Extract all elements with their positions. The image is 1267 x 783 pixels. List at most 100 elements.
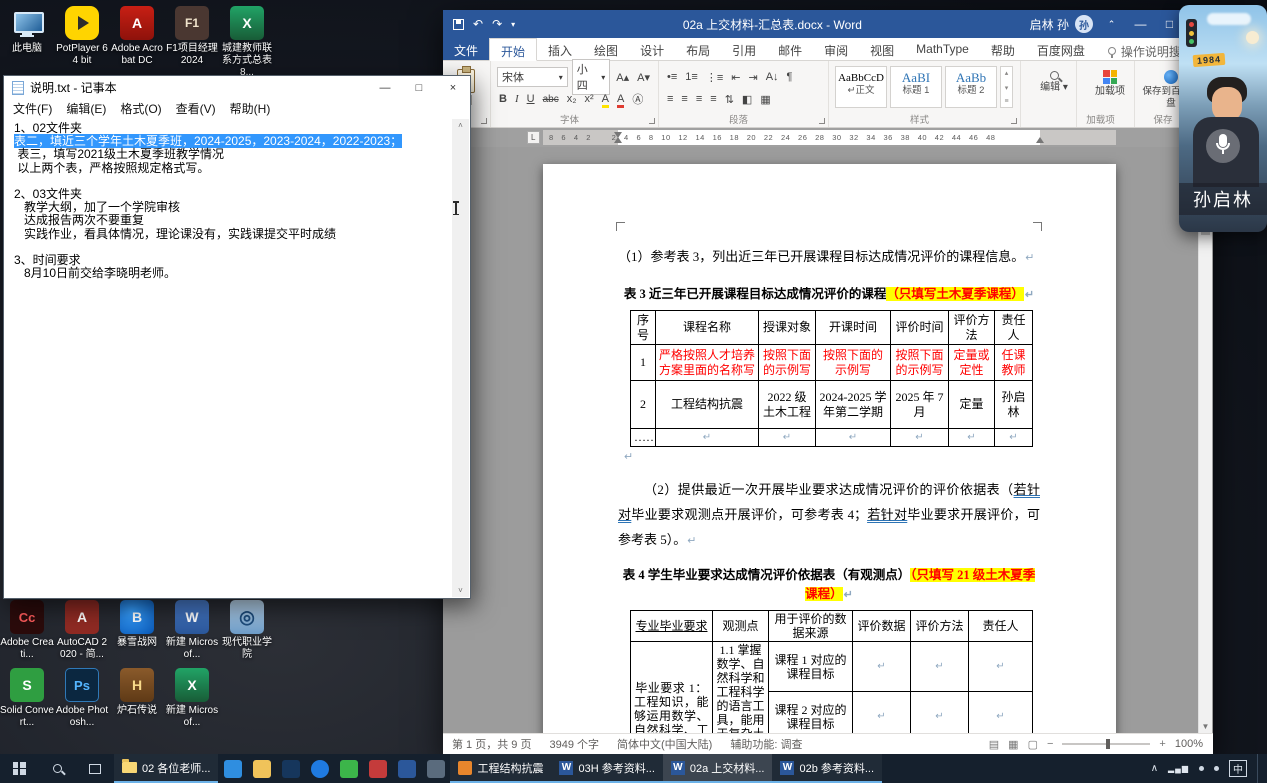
italic-icon[interactable] [513,93,521,105]
desktop-icon-acrobat[interactable]: Adobe Acrobat DC [110,6,164,67]
paragraph-dialog-launcher[interactable] [819,118,825,124]
tab-selector[interactable] [527,131,540,144]
pinned-app-qq[interactable] [305,754,334,783]
decrease-indent-icon[interactable]: ⇤ [729,71,742,84]
addins-button[interactable]: 加载项 [1083,66,1137,98]
editing-button[interactable]: 编辑 ▾ [1027,66,1081,94]
scroll-down-icon[interactable]: ▼ [1199,722,1212,731]
input-method-indicator[interactable]: 中 [1229,760,1247,777]
ruler[interactable]: 8 6 4 2 2 4 6 8 10 12 14 16 18 20 22 24 … [443,128,1213,147]
styles-scroll[interactable]: ▴▾≡ [1000,66,1013,108]
zoom-out-icon[interactable]: − [1047,738,1053,750]
desktop-icon-college-site[interactable]: 现代职业学院 [220,600,274,661]
align-right-icon[interactable]: ≡ [694,93,704,105]
ribbon-display-options-icon[interactable]: ⌃ [1097,10,1126,38]
tab-file[interactable]: 文件 [443,38,489,60]
microphone-icon[interactable] [1206,129,1240,163]
desktop-icon-f1-project[interactable]: F1项目经理2024 [165,6,219,67]
taskbar-window-02b[interactable]: 02b 参考资料... [772,754,882,783]
print-layout-icon[interactable]: ▦ [1008,738,1018,751]
taskbar-search-button[interactable] [38,754,76,783]
menu-format[interactable]: 格式(O) [113,100,168,117]
taskbar-window-03h[interactable]: 03H 参考资料... [551,754,662,783]
undo-icon[interactable]: ↶ [473,17,483,31]
increase-indent-icon[interactable]: ⇥ [746,71,759,84]
tab-help[interactable]: 帮助 [980,38,1026,60]
enclose-character-icon[interactable] [630,91,645,107]
menu-view[interactable]: 查看(V) [169,100,223,117]
desktop-icon-photoshop[interactable]: Adobe Photosh... [55,668,109,729]
redo-icon[interactable]: ↷ [492,17,502,31]
style-normal[interactable]: AaBbCcD ↵正文 [835,66,887,108]
notepad-text-area[interactable]: 1、02文件夹 表二，填近三个学年土木夏季班，2024-2025，2023-20… [5,119,452,597]
numbering-icon[interactable]: 1≡ [683,71,700,83]
bold-icon[interactable] [497,93,509,105]
line-spacing-icon[interactable]: ⇅ [723,93,736,106]
shading-icon[interactable]: ◧ [740,93,754,106]
desktop-icon-potplayer[interactable]: PotPlayer 64 bit [55,6,109,67]
pinned-app-wechat[interactable] [334,754,363,783]
tab-insert[interactable]: 插入 [537,38,583,60]
tab-review[interactable]: 审阅 [813,38,859,60]
tab-design[interactable]: 设计 [629,38,675,60]
desktop-icon-new-excel-doc[interactable]: 新建 Microsof... [165,668,219,729]
close-button[interactable]: × [436,76,470,99]
menu-edit[interactable]: 编辑(E) [59,100,113,117]
tab-view[interactable]: 视图 [859,38,905,60]
font-dialog-launcher[interactable] [649,118,655,124]
sort-icon[interactable]: A↓ [764,71,781,83]
read-mode-icon[interactable]: ▤ [989,738,999,751]
tray-icon[interactable] [1214,766,1219,771]
desktop-icon-contact-sheet[interactable]: 城建教师联系方式总表8... [220,6,274,79]
hidden-icons-chevron[interactable]: ∧ [1151,763,1158,774]
align-center-icon[interactable]: ≡ [679,93,689,105]
pinned-app-music[interactable] [363,754,392,783]
taskbar-window-seismic[interactable]: 工程结构抗震 [450,754,551,783]
styles-dialog-launcher[interactable] [1011,118,1017,124]
pinned-app-misc[interactable] [421,754,450,783]
word-count[interactable]: 3949 个字 [540,736,608,752]
notepad-title-bar[interactable]: 说明.txt - 记事本 — □ × [4,76,470,99]
tab-draw[interactable]: 绘图 [583,38,629,60]
tab-references[interactable]: 引用 [721,38,767,60]
web-layout-icon[interactable]: ▢ [1028,738,1038,751]
pinned-app-store[interactable] [276,754,305,783]
save-icon[interactable] [453,19,464,30]
underline-icon[interactable] [525,93,537,105]
menu-file[interactable]: 文件(F) [6,100,59,117]
style-heading2[interactable]: AaBb 标题 2 [945,66,997,108]
vertical-scrollbar[interactable]: ▲ ▼ [1198,147,1212,733]
tray-icon[interactable] [1199,766,1204,771]
page-indicator[interactable]: 第 1 页，共 9 页 [443,736,540,752]
start-button[interactable] [0,754,38,783]
desktop-icon-creative-cloud[interactable]: Adobe Creati... [0,600,54,661]
show-desktop-button[interactable] [1257,754,1261,783]
tab-mailings[interactable]: 邮件 [767,38,813,60]
show-formatting-marks-icon[interactable]: ¶ [785,71,795,83]
tab-baidu-pan[interactable]: 百度网盘 [1026,38,1096,60]
highlight-color-icon[interactable] [600,93,611,105]
account-area[interactable]: 启林 孙 孙 [1030,15,1093,33]
justify-icon[interactable]: ≡ [708,93,718,105]
font-color-icon[interactable] [615,93,626,105]
tab-home[interactable]: 开始 [489,38,537,61]
taskbar-window-folder[interactable]: 02 各位老师... [114,754,218,783]
zoom-in-icon[interactable]: + [1159,738,1165,750]
desktop-icon-autocad[interactable]: AutoCAD 2020 - 简... [55,600,109,661]
desktop-icon-new-word-doc[interactable]: 新建 Microsof... [165,600,219,661]
scroll-up-icon[interactable]: ˄ [458,121,463,130]
zoom-slider[interactable] [1062,743,1150,745]
language-indicator[interactable]: 简体中文(中国大陆) [608,736,721,752]
multilevel-list-icon[interactable]: ⋮≡ [704,71,725,84]
clipboard-dialog-launcher[interactable] [481,118,487,124]
pinned-app-edge[interactable] [218,754,247,783]
shrink-font-icon[interactable]: A▾ [635,71,652,84]
menu-help[interactable]: 帮助(H) [223,100,278,117]
desktop-icon-hearthstone[interactable]: 炉石传说 [110,668,164,717]
bullets-icon[interactable]: •≡ [665,71,679,83]
font-name-combo[interactable]: 宋体▾ [497,67,568,87]
taskbar-window-02a[interactable]: 02a 上交材料... [663,754,773,783]
word-title-bar[interactable]: ↶ ↷ ▾ 02a 上交材料-汇总表.docx - Word 启林 孙 孙 ⌃ … [443,10,1213,38]
notepad-scrollbar[interactable]: ˄ ˅ [452,119,469,597]
style-heading1[interactable]: AaBI 标题 1 [890,66,942,108]
